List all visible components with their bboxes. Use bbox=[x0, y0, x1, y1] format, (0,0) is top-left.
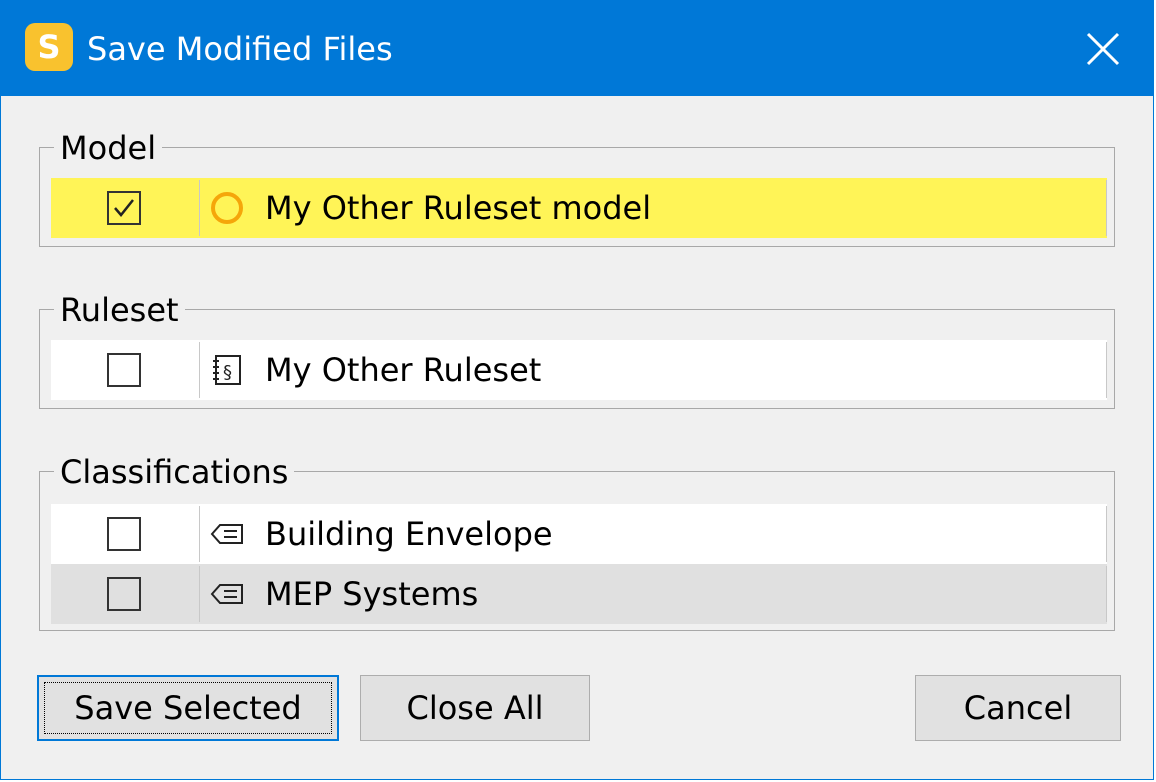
ruleset-group-label: Ruleset bbox=[54, 290, 185, 330]
close-icon bbox=[1086, 32, 1120, 65]
ruleset-book-icon: § bbox=[213, 355, 241, 385]
svg-text:§: § bbox=[223, 362, 232, 383]
model-circle-icon bbox=[211, 192, 243, 224]
app-icon: S bbox=[25, 23, 73, 71]
close-all-label: Close All bbox=[406, 689, 544, 727]
column-divider bbox=[199, 342, 200, 398]
classifications-group: Classifications Building Envelope MEP Sy… bbox=[39, 452, 1115, 631]
model-group-label: Model bbox=[54, 128, 163, 168]
ruleset-group: Ruleset § My Other Ruleset bbox=[39, 290, 1115, 409]
list-item[interactable]: Building Envelope bbox=[51, 504, 1107, 564]
classification-tag-icon bbox=[210, 524, 243, 544]
cancel-button[interactable]: Cancel bbox=[915, 675, 1121, 741]
save-modified-files-dialog: S Save Modified Files Model My Other Rul… bbox=[0, 0, 1154, 780]
checkbox-building-envelope[interactable] bbox=[107, 517, 141, 551]
checkbox-ruleset[interactable] bbox=[107, 353, 141, 387]
item-label: My Other Ruleset bbox=[265, 351, 542, 389]
list-item[interactable]: My Other Ruleset model bbox=[51, 178, 1107, 238]
checkmark-icon bbox=[114, 199, 134, 217]
item-label: MEP Systems bbox=[265, 575, 479, 613]
classification-tag-icon bbox=[210, 584, 243, 604]
column-divider bbox=[1106, 566, 1107, 622]
column-divider bbox=[1106, 342, 1107, 398]
column-divider bbox=[1106, 180, 1107, 236]
column-divider bbox=[1106, 506, 1107, 562]
checkbox-mep-systems[interactable] bbox=[107, 577, 141, 611]
item-label: My Other Ruleset model bbox=[265, 189, 652, 227]
classifications-group-label: Classifications bbox=[54, 452, 295, 492]
checkbox-model[interactable] bbox=[107, 191, 141, 225]
close-button[interactable] bbox=[1053, 1, 1153, 96]
column-divider bbox=[199, 506, 200, 562]
list-item[interactable]: § My Other Ruleset bbox=[51, 340, 1107, 400]
window-title: Save Modified Files bbox=[87, 30, 393, 68]
focus-ring bbox=[44, 682, 332, 734]
item-label: Building Envelope bbox=[265, 515, 553, 553]
list-item[interactable]: MEP Systems bbox=[51, 564, 1107, 624]
save-selected-button[interactable]: Save Selected bbox=[37, 675, 339, 741]
column-divider bbox=[199, 566, 200, 622]
column-divider bbox=[199, 180, 200, 236]
model-group: Model My Other Ruleset model bbox=[39, 128, 1115, 247]
cancel-label: Cancel bbox=[963, 689, 1073, 727]
title-bar[interactable]: S Save Modified Files bbox=[1, 1, 1153, 96]
close-all-button[interactable]: Close All bbox=[360, 675, 590, 741]
